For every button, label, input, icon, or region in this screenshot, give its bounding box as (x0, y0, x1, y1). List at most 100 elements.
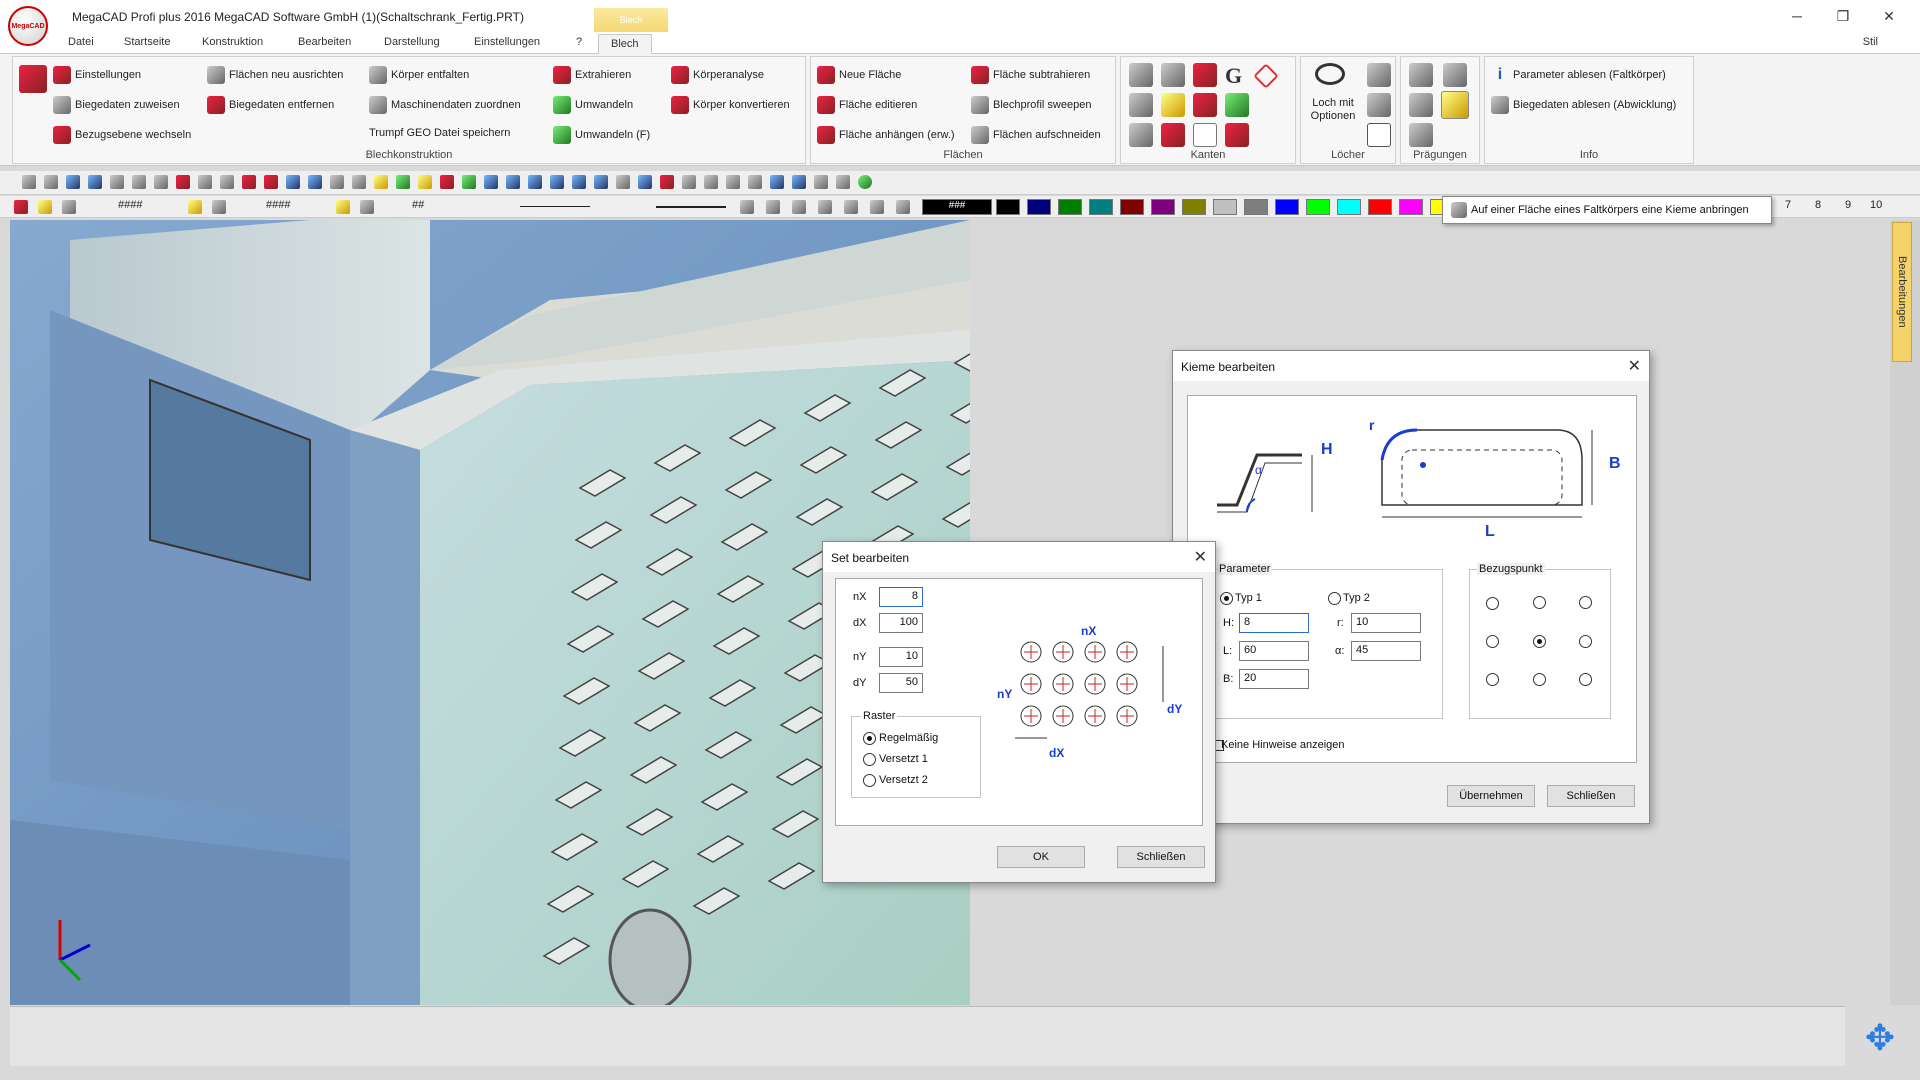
close-window-button[interactable]: ✕ (1866, 0, 1912, 34)
print-icon[interactable] (110, 175, 124, 189)
kieme-close-button[interactable]: Schließen (1547, 785, 1635, 807)
tool20-icon[interactable] (660, 175, 674, 189)
tool16-icon[interactable] (572, 175, 586, 189)
emboss-line-icon[interactable] (1443, 63, 1467, 87)
color-swatch[interactable] (1244, 199, 1268, 215)
ref-top-right-radio[interactable] (1579, 596, 1592, 609)
biegedaten-ablesen-button[interactable]: Biegedaten ablesen (Abwicklung) (1491, 95, 1676, 115)
emboss-step-icon[interactable] (1409, 123, 1433, 147)
tool18-icon[interactable] (616, 175, 630, 189)
color-swatch[interactable] (1120, 199, 1144, 215)
pen-icon[interactable] (360, 200, 374, 214)
edge-open-icon[interactable] (1225, 123, 1249, 147)
zoom-out-icon[interactable] (766, 200, 780, 214)
lock2-icon[interactable] (188, 200, 202, 214)
style-menu[interactable]: Stil (1863, 36, 1878, 48)
flaeche-editieren-button[interactable]: Fläche editieren (817, 95, 917, 115)
edge-corner-icon[interactable] (1129, 93, 1153, 117)
save-as-icon[interactable] (88, 175, 102, 189)
tab-bearbeiten[interactable]: Bearbeiten (298, 36, 351, 48)
koerper-entfalten-button[interactable]: Körper entfalten (369, 65, 469, 85)
ref-bottom-center-radio[interactable] (1533, 673, 1546, 686)
save-icon[interactable] (66, 175, 80, 189)
flaeche-anhaengen-button[interactable]: Fläche anhängen (erw.) (817, 125, 955, 145)
hole-extra-icon[interactable] (1367, 63, 1391, 87)
tool2-icon[interactable] (198, 175, 212, 189)
tool10-icon[interactable] (440, 175, 454, 189)
lock3-icon[interactable] (336, 200, 350, 214)
kieme-icon[interactable] (1441, 91, 1469, 119)
tab-datei[interactable]: Datei (68, 36, 94, 48)
tab-darstellung[interactable]: Darstellung (384, 36, 440, 48)
pen-number-9[interactable]: 9 (1845, 199, 1851, 211)
ref-top-left-radio[interactable] (1486, 597, 1499, 610)
tab-konstruktion[interactable]: Konstruktion (202, 36, 263, 48)
loch-mit-optionen-button[interactable]: Loch mit Optionen (1305, 97, 1361, 129)
edge-diamond-icon[interactable] (1253, 63, 1279, 89)
tool17-icon[interactable] (594, 175, 608, 189)
lock-icon[interactable] (38, 200, 52, 214)
koerper-konvertieren-button[interactable]: Körper konvertieren (671, 95, 790, 115)
color-swatch[interactable] (1027, 199, 1051, 215)
uebernehmen-button[interactable]: Übernehmen (1447, 785, 1535, 807)
dx-input[interactable]: 100 (879, 613, 923, 633)
edge-hem-icon[interactable] (1193, 93, 1217, 117)
typ1-radio[interactable] (1220, 592, 1233, 605)
ny-input[interactable]: 10 (879, 647, 923, 667)
tool3-icon[interactable] (220, 175, 234, 189)
tool12-icon[interactable] (484, 175, 498, 189)
blechprofil-sweepen-button[interactable]: Blechprofil sweepen (971, 95, 1091, 115)
versetzt2-radio[interactable] (863, 774, 876, 787)
hole-pattern-icon[interactable] (1367, 93, 1391, 117)
redraw-icon[interactable] (896, 200, 910, 214)
biegedaten-zuweisen-button[interactable]: Biegedaten zuweisen (53, 95, 180, 115)
trumpf-geo-button[interactable]: Trumpf GEO Datei speichern (369, 123, 510, 143)
tool25-icon[interactable] (770, 175, 784, 189)
pen-field[interactable]: ## (412, 199, 424, 211)
ref-bottom-left-radio[interactable] (1486, 673, 1499, 686)
edge-page-icon[interactable] (1193, 123, 1217, 147)
close-icon[interactable]: ✕ (1628, 356, 1641, 376)
color-swatch[interactable] (1306, 199, 1330, 215)
tool14-icon[interactable] (528, 175, 542, 189)
color-swatch[interactable] (996, 199, 1020, 215)
koerperanalyse-button[interactable]: Körperanalyse (671, 65, 764, 85)
group-icon[interactable] (212, 200, 226, 214)
tool9-icon[interactable] (418, 175, 432, 189)
tool11-icon[interactable] (462, 175, 476, 189)
tab-help[interactable]: ? (576, 36, 582, 48)
zoom-icon[interactable] (154, 175, 168, 189)
color-swatch[interactable] (1368, 199, 1392, 215)
tool8-icon[interactable] (396, 175, 410, 189)
maschinendaten-zuordnen-button[interactable]: Maschinendaten zuordnen (369, 95, 521, 115)
color-swatch[interactable] (1058, 199, 1082, 215)
tool21-icon[interactable] (682, 175, 696, 189)
delete-icon[interactable] (264, 175, 278, 189)
edge-bend-icon[interactable] (1193, 63, 1217, 87)
pen-number-7[interactable]: 7 (1785, 199, 1791, 211)
tool6-icon[interactable] (352, 175, 366, 189)
extrahieren-button[interactable]: Extrahieren (553, 65, 631, 85)
tool19-icon[interactable] (638, 175, 652, 189)
tab-startseite[interactable]: Startseite (124, 36, 170, 48)
tool13-icon[interactable] (506, 175, 520, 189)
tab-einstellungen[interactable]: Einstellungen (474, 36, 540, 48)
tool26-icon[interactable] (792, 175, 806, 189)
redo-icon[interactable] (308, 175, 322, 189)
edge-flange-icon[interactable] (1129, 63, 1153, 87)
tool27-icon[interactable] (814, 175, 828, 189)
flaechen-neu-ausrichten-button[interactable]: Flächen neu ausrichten (207, 65, 343, 85)
undo-icon[interactable] (286, 175, 300, 189)
snap-icon[interactable] (14, 200, 28, 214)
einstellungen-button[interactable]: Einstellungen (53, 65, 141, 85)
color-swatch[interactable] (1089, 199, 1113, 215)
flaeche-subtrahieren-button[interactable]: Fläche subtrahieren (971, 65, 1090, 85)
zoom-in-icon[interactable] (740, 200, 754, 214)
edge-miter-icon[interactable] (1161, 123, 1185, 147)
color-swatch[interactable] (1213, 199, 1237, 215)
zoom-prev-icon[interactable] (844, 200, 858, 214)
close-icon[interactable]: ✕ (1194, 547, 1207, 567)
bezugsebene-wechseln-button[interactable]: Bezugsebene wechseln (53, 125, 191, 145)
tool5-icon[interactable] (330, 175, 344, 189)
tool15-icon[interactable] (550, 175, 564, 189)
